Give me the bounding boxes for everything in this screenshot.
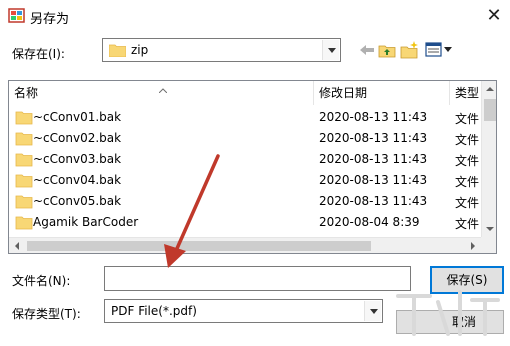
save-in-value: zip bbox=[131, 43, 149, 57]
file-name: ~cConv03.bak bbox=[33, 152, 122, 166]
file-name: Agamik BarCoder bbox=[33, 215, 139, 229]
file-name: ~cConv02.bak bbox=[33, 131, 122, 145]
cancel-button[interactable]: 取消 bbox=[396, 310, 504, 334]
vertical-scrollbar[interactable] bbox=[481, 81, 496, 237]
folder-icon bbox=[15, 132, 33, 146]
file-date: 2020-08-13 11:43 bbox=[319, 173, 428, 187]
scroll-down-icon[interactable] bbox=[482, 221, 496, 237]
filename-input[interactable] bbox=[104, 266, 411, 291]
save-in-label: 保存在(I): bbox=[12, 47, 65, 61]
horizontal-scrollbar[interactable] bbox=[9, 237, 481, 253]
list-item[interactable]: Agamik BarCoder 2020-08-04 8:39 文件 bbox=[9, 212, 481, 233]
sort-ascending-icon bbox=[158, 82, 168, 96]
file-type: 文件 bbox=[455, 112, 480, 126]
up-folder-icon[interactable] bbox=[377, 40, 397, 60]
list-item[interactable]: ~cConv04.bak 2020-08-13 11:43 文件 bbox=[9, 170, 481, 191]
filetype-select[interactable]: PDF File(*.pdf) bbox=[104, 299, 383, 323]
file-date: 2020-08-04 8:39 bbox=[319, 215, 420, 229]
scrollbar-corner bbox=[481, 237, 496, 253]
file-type: 文件 bbox=[455, 133, 480, 147]
chevron-down-icon[interactable] bbox=[322, 40, 339, 60]
scroll-thumb-horizontal[interactable] bbox=[27, 241, 371, 251]
file-date: 2020-08-13 11:43 bbox=[319, 194, 428, 208]
folder-icon bbox=[15, 111, 33, 125]
window-title: 另存为 bbox=[30, 12, 70, 27]
scroll-thumb[interactable] bbox=[484, 99, 496, 121]
folder-icon bbox=[15, 174, 33, 188]
file-list[interactable]: 名称 修改日期 类型 ~cConv01.bak 2020-08-13 11:43… bbox=[8, 80, 497, 254]
file-type: 文件 bbox=[455, 175, 480, 189]
chevron-down-icon[interactable] bbox=[364, 301, 381, 321]
scroll-left-icon[interactable] bbox=[9, 238, 25, 253]
column-header-type-label: 类型 bbox=[455, 86, 480, 100]
column-header-type[interactable]: 类型 bbox=[450, 81, 481, 105]
new-folder-icon[interactable] bbox=[399, 40, 419, 60]
folder-icon bbox=[109, 44, 126, 57]
file-type: 文件 bbox=[455, 217, 480, 231]
folder-icon bbox=[15, 195, 33, 209]
save-button-label: 保存(S) bbox=[446, 273, 488, 287]
file-name: ~cConv05.bak bbox=[33, 194, 122, 208]
scroll-right-icon[interactable] bbox=[465, 238, 481, 253]
scroll-up-icon[interactable] bbox=[482, 81, 496, 97]
file-name: ~cConv01.bak bbox=[33, 110, 122, 124]
filetype-value: PDF File(*.pdf) bbox=[111, 304, 197, 318]
app-icon bbox=[8, 8, 25, 23]
folder-icon bbox=[15, 153, 33, 167]
save-button[interactable]: 保存(S) bbox=[430, 266, 504, 294]
file-type: 文件 bbox=[455, 154, 480, 168]
close-icon: ✕ bbox=[486, 5, 502, 26]
column-header-date[interactable]: 修改日期 bbox=[314, 81, 450, 105]
list-item[interactable]: ~cConv02.bak 2020-08-13 11:43 文件 bbox=[9, 128, 481, 149]
list-item[interactable]: ~cConv05.bak 2020-08-13 11:43 文件 bbox=[9, 191, 481, 212]
file-date: 2020-08-13 11:43 bbox=[319, 131, 428, 145]
file-type: 文件 bbox=[455, 196, 480, 210]
back-arrow-icon[interactable] bbox=[357, 40, 377, 60]
folder-icon bbox=[15, 216, 33, 230]
list-item[interactable]: ~cConv03.bak 2020-08-13 11:43 文件 bbox=[9, 149, 481, 170]
title-bar: 另存为 ✕ bbox=[0, 0, 510, 32]
file-name: ~cConv04.bak bbox=[33, 173, 122, 187]
cancel-button-label: 取消 bbox=[451, 315, 476, 329]
file-date: 2020-08-13 11:43 bbox=[319, 110, 428, 124]
save-in-combobox[interactable]: zip bbox=[102, 38, 341, 62]
close-button[interactable]: ✕ bbox=[480, 2, 508, 30]
column-header-name-label: 名称 bbox=[14, 86, 39, 100]
view-menu-icon[interactable] bbox=[424, 40, 454, 60]
filetype-label: 保存类型(T): bbox=[12, 307, 81, 321]
filename-label: 文件名(N): bbox=[12, 274, 71, 288]
file-date: 2020-08-13 11:43 bbox=[319, 152, 428, 166]
column-header-date-label: 修改日期 bbox=[319, 86, 368, 100]
list-item[interactable]: ~cConv01.bak 2020-08-13 11:43 文件 bbox=[9, 107, 481, 128]
